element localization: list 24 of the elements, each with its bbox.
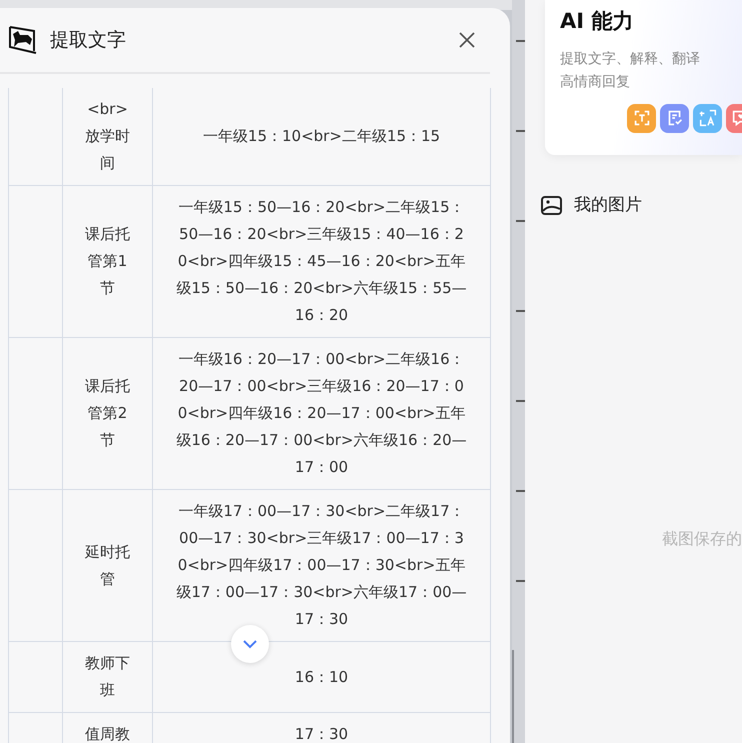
translate-icon[interactable]: [693, 104, 722, 132]
dialog-title: 提取文字: [50, 28, 126, 53]
table-cell-text: 一年级17：00—17：30<br>二年级17：00—17：30<br>三年级17：00—17：30<br>四年级17：00—17：30<br>五年级17：00—17：30<br>六年级17：00—17：30: [176, 501, 468, 630]
table-cell-text: 值周教: [84, 724, 131, 743]
table-cell-text: 一年级16：20—17：00<br>二年级16：20—17：00<br>三年级16：20—17：00<br>四年级16：20—17：00<br>五年级16：20—17：00<br>六年级16：20—17：00: [176, 349, 468, 478]
table-cell-text: 一年级15：50—16：20<br>二年级15：50—16：20<br>三年级15：40—16：20<br>四年级15：45—16：20<br>五年级15：50—16：20<br>六年级15：55—16：20: [176, 197, 468, 326]
table-cell-text: 教师下班: [84, 653, 131, 701]
card-title: AI 能力: [560, 8, 634, 35]
table-cell-text: 一年级15：10<br>二年级15：15: [202, 126, 442, 147]
card-description: 提取文字、解释、翻译高情商回复: [560, 50, 701, 92]
table-cell-text: <br>放学时间: [84, 99, 131, 174]
text-scan-icon[interactable]: [627, 104, 656, 132]
document-check-icon[interactable]: [660, 104, 689, 132]
image-icon: [541, 196, 562, 216]
scroll-down-button[interactable]: [231, 625, 269, 663]
table-cell-text: 延时托管: [84, 542, 131, 590]
table-cell-text: 17：30: [294, 724, 350, 743]
table-cell-text: 课后托管第2节: [84, 376, 131, 451]
my-pictures-link[interactable]: 我的图片: [574, 193, 642, 218]
chevron-down-icon: [242, 639, 258, 649]
empty-hint: 截图保存的: [662, 528, 742, 550]
dog-logo-icon: [8, 25, 38, 55]
table-cell-text: 16：10: [294, 666, 350, 688]
table-cell-text: 课后托管第1节: [84, 224, 131, 299]
